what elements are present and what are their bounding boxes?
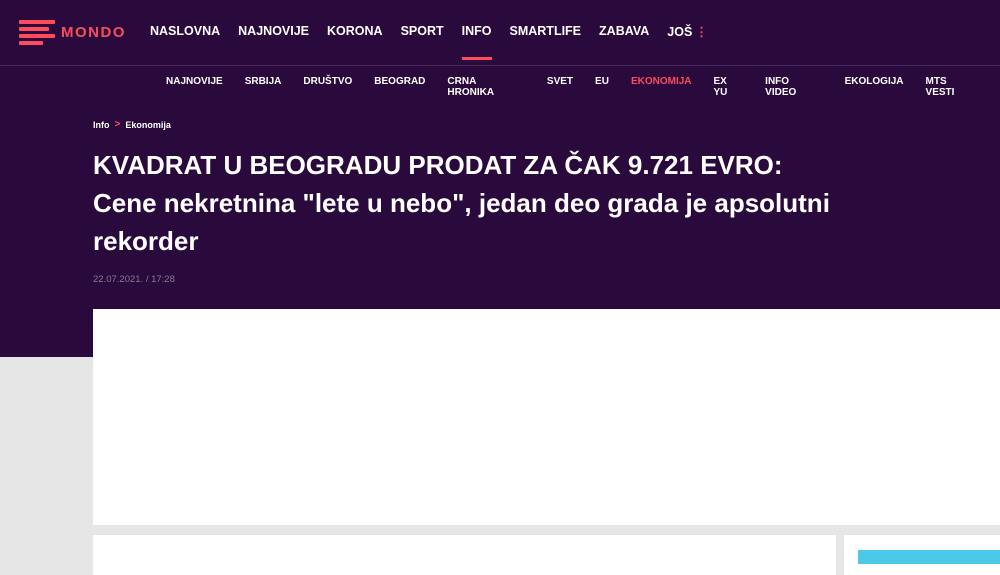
- mondo-logo[interactable]: MONDO: [19, 20, 126, 45]
- subnav-item-drustvo[interactable]: DRUŠTVO: [303, 76, 352, 98]
- article-date: 22.07.2021. / 17:28: [93, 274, 175, 285]
- breadcrumb: Info > Ekonomija: [93, 119, 171, 130]
- subnav-item-mts-vesti[interactable]: MTS VESTI: [926, 76, 978, 98]
- article-body-container: [93, 535, 836, 575]
- nav-item-jos[interactable]: JOŠ ⋮: [667, 24, 708, 39]
- breadcrumb-ekonomija-link[interactable]: Ekonomija: [125, 120, 171, 130]
- subnav-item-crna-hronika[interactable]: CRNA HRONIKA: [447, 76, 525, 98]
- subnav-item-eu[interactable]: EU: [595, 76, 609, 98]
- ad-placeholder: [93, 309, 1000, 525]
- top-navigation-bar: MONDO NASLOVNA NAJNOVIJE KORONA SPORT IN…: [0, 0, 1000, 66]
- sidebar-widget: [844, 535, 1000, 575]
- nav-item-smartlife[interactable]: SMARTLIFE: [510, 24, 582, 39]
- subnav-item-ex-yu[interactable]: EX YU: [714, 76, 744, 98]
- subnav-item-info-video[interactable]: INFO VIDEO: [765, 76, 822, 98]
- breadcrumb-info-link[interactable]: Info: [93, 120, 110, 130]
- sidebar-widget-header: [858, 550, 1000, 564]
- sub-nav: NAJNOVIJE SRBIJA DRUŠTVO BEOGRAD CRNA HR…: [166, 76, 1000, 98]
- main-nav: NASLOVNA NAJNOVIJE KORONA SPORT INFO SMA…: [150, 24, 726, 60]
- subnav-item-ekologija[interactable]: EKOLOGIJA: [845, 76, 904, 98]
- nav-item-najnovije[interactable]: NAJNOVIJE: [238, 24, 309, 39]
- nav-item-info[interactable]: INFO: [461, 24, 492, 60]
- nav-item-naslovna[interactable]: NASLOVNA: [150, 24, 220, 39]
- nav-item-korona[interactable]: KORONA: [327, 24, 383, 39]
- mondo-logo-icon: [19, 20, 55, 45]
- nav-item-sport[interactable]: SPORT: [401, 24, 444, 39]
- more-vertical-icon: ⋮: [695, 25, 708, 39]
- chevron-right-icon: >: [114, 119, 121, 130]
- logo-wordmark: MONDO: [61, 23, 126, 41]
- nav-item-zabava[interactable]: ZABAVA: [599, 24, 649, 39]
- article-title: KVADRAT U BEOGRADU PRODAT ZA ČAK 9.721 E…: [93, 150, 830, 256]
- subnav-item-svet[interactable]: SVET: [547, 76, 573, 98]
- nav-item-jos-label: JOŠ: [667, 25, 693, 39]
- subnav-item-srbija[interactable]: SRBIJA: [245, 76, 282, 98]
- subnav-item-ekonomija[interactable]: EKONOMIJA: [631, 76, 692, 98]
- subnav-item-najnovije[interactable]: NAJNOVIJE: [166, 76, 223, 98]
- subnav-item-beograd[interactable]: BEOGRAD: [374, 76, 425, 98]
